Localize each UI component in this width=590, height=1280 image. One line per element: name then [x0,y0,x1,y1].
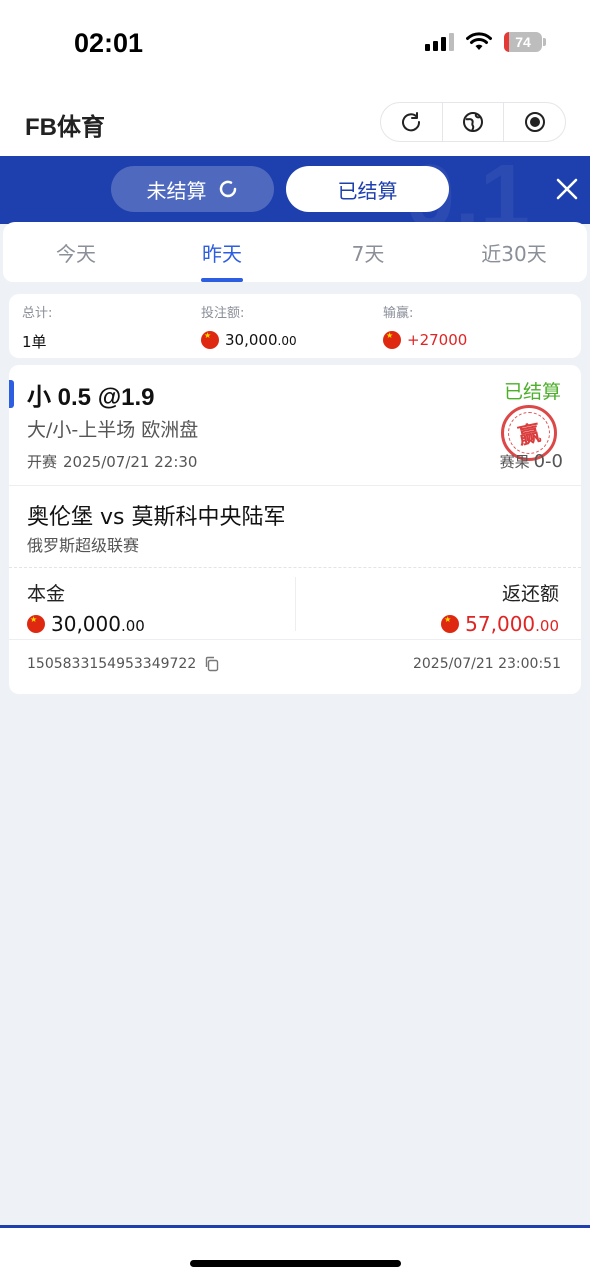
tab-30-days-label: 近30天 [481,241,547,266]
bet-status: 已结算 [503,381,561,403]
summary-stake-label: 投注额: [201,306,245,321]
tab-settled[interactable]: 已结算 [286,166,449,212]
kickoff-value: 2025/07/21 22:30 [63,453,198,471]
record-icon [524,112,545,132]
summary-stake-decimals: .00 [277,334,297,348]
wifi-icon [466,32,492,50]
tab-30-days[interactable]: 近30天 [441,222,587,282]
summary-stake-value: 30,000.00 [201,331,297,349]
payout-label: 返还额 [501,583,559,605]
kickoff-time: 开赛 2025/07/21 22:30 [27,451,197,472]
match-result: 赛果 0-0 [500,451,563,472]
loading-icon [219,180,236,198]
settle-toggle-bar: 0.1 未结算 已结算 [0,156,590,224]
payout-block: 返还额 57,000.00 [441,579,559,636]
summary-winloss-label: 输赢: [383,306,414,321]
settled-time: 2025/07/21 23:00:51 [412,656,561,672]
cny-flag-icon [441,615,460,633]
card-accent-bar [9,380,14,408]
record-button[interactable] [504,103,565,141]
summary-total-value: 1单 [22,331,52,352]
tab-settled-label: 已结算 [337,178,398,203]
tab-unsettled[interactable]: 未结算 [111,166,274,212]
summary-card: 总计: 1单 投注额: 30,000.00 输赢: +27000 [9,294,581,358]
bet-id-value: 1505833154953349722 [27,656,197,672]
vertical-divider [295,577,296,631]
summary-total-label: 总计: [22,306,53,321]
summary-total: 总计: 1单 [22,302,52,352]
bet-id: 1505833154953349722 [27,656,220,672]
status-time: 02:01 [74,28,144,58]
refresh-icon [402,112,421,132]
battery-level: 74 [515,34,531,50]
tab-yesterday-label: 昨天 [202,241,242,266]
payout-amount: 57,000.00 [441,612,559,636]
payout-decimals: .00 [535,617,559,635]
summary-winloss-amount: +27000 [407,331,468,349]
divider [9,485,581,486]
tab-7-days-label: 7天 [351,241,385,266]
status-icons: 74 [425,32,546,52]
cny-flag-icon [27,615,45,633]
league-name: 俄罗斯超级联赛 [27,536,140,555]
tab-7-days[interactable]: 7天 [295,222,441,282]
battery-icon: 74 [504,32,546,52]
status-bar: 02:01 74 [0,0,590,88]
result-label: 赛果 [499,453,530,471]
win-stamp-text: 赢 [516,420,543,450]
stake-value: 30,000 [51,612,121,636]
divider [9,639,581,640]
language-button[interactable] [443,103,505,141]
bet-record-card[interactable]: 小 0.5 @1.9 已结算 赢 大/小-上半场 欧洲盘 开赛 2025/07/2… [9,365,581,694]
stake-label: 本金 [27,583,66,605]
summary-stake: 投注额: 30,000.00 [201,302,297,349]
app-header: FB体育 [0,88,590,156]
cny-flag-icon [201,331,219,349]
match-teams: 奥伦堡 vs 莫斯科中央陆军 [27,505,286,530]
stake-amount: 30,000.00 [27,612,145,636]
stake-decimals: .00 [120,617,145,635]
copy-icon[interactable] [204,656,220,672]
stake-block: 本金 30,000.00 [27,579,145,636]
tab-yesterday[interactable]: 昨天 [149,222,295,282]
tab-today-label: 今天 [56,241,96,266]
cellular-signal-icon [425,33,454,51]
home-indicator[interactable] [190,1260,401,1267]
bottom-safe-area [0,1228,590,1280]
tab-today[interactable]: 今天 [3,222,149,282]
refresh-button[interactable] [381,103,443,141]
date-filter-tabs: 今天 昨天 7天 近30天 [3,222,587,282]
cny-flag-icon [383,331,401,349]
close-icon[interactable] [556,178,578,200]
payout-value: 57,000 [465,612,536,636]
bet-selection: 小 0.5 @1.9 [27,384,155,411]
active-tab-indicator [201,278,243,282]
globe-icon [463,112,483,132]
summary-total-count: 1单 [22,333,47,351]
app-title: FB体育 [25,114,105,141]
dashed-divider [9,567,581,568]
summary-stake-amount: 30,000 [225,331,278,349]
bet-market: 大/小-上半场 欧洲盘 [27,419,199,441]
tab-unsettled-label: 未结算 [146,178,207,203]
header-actions [380,102,566,142]
summary-winloss-value: +27000 [383,331,467,349]
result-value: 0-0 [533,451,563,472]
summary-winloss: 输赢: +27000 [383,302,467,349]
kickoff-label: 开赛 [27,453,58,471]
